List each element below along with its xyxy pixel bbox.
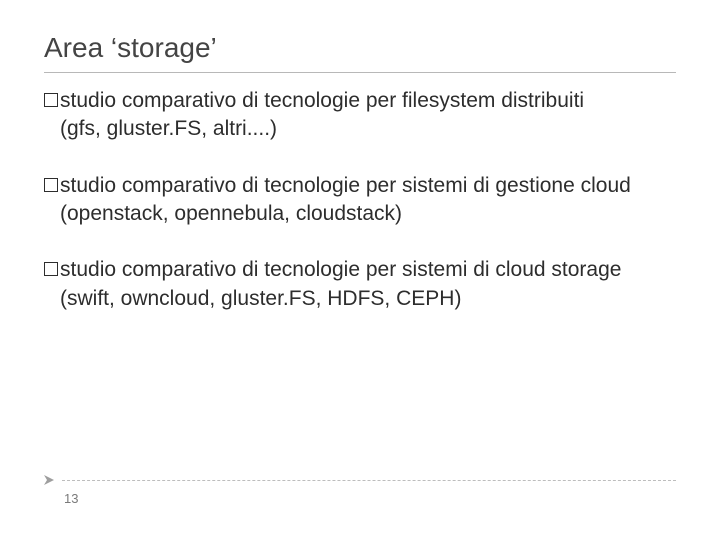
bullet-item: studio comparativo di tecnologie per fil… (44, 87, 676, 144)
bullet-text: studio comparativo di tecnologie per sis… (60, 256, 676, 313)
bullet-text: studio comparativo di tecnologie per fil… (60, 87, 676, 144)
bullet-content: studio comparativo di tecnologie per sis… (60, 258, 621, 309)
slide: Area ‘storage’ studio comparativo di tec… (0, 0, 720, 540)
slide-body: studio comparativo di tecnologie per fil… (44, 87, 676, 313)
footer-divider (62, 480, 676, 481)
title-divider (44, 72, 676, 73)
bullet-content: studio comparativo di tecnologie per sis… (60, 174, 631, 225)
bullet-text: studio comparativo di tecnologie per sis… (60, 172, 676, 229)
bullet-item: studio comparativo di tecnologie per sis… (44, 172, 676, 229)
page-number: 13 (64, 491, 676, 506)
checkbox-icon (44, 262, 58, 276)
slide-title: Area ‘storage’ (44, 32, 676, 64)
bullet-content: studio comparativo di tecnologie per fil… (60, 89, 584, 140)
bullet-item: studio comparativo di tecnologie per sis… (44, 256, 676, 313)
checkbox-icon (44, 178, 58, 192)
arrow-right-icon (44, 475, 58, 485)
checkbox-icon (44, 93, 58, 107)
slide-footer: 13 (44, 475, 676, 506)
footer-divider-wrap (44, 475, 676, 485)
